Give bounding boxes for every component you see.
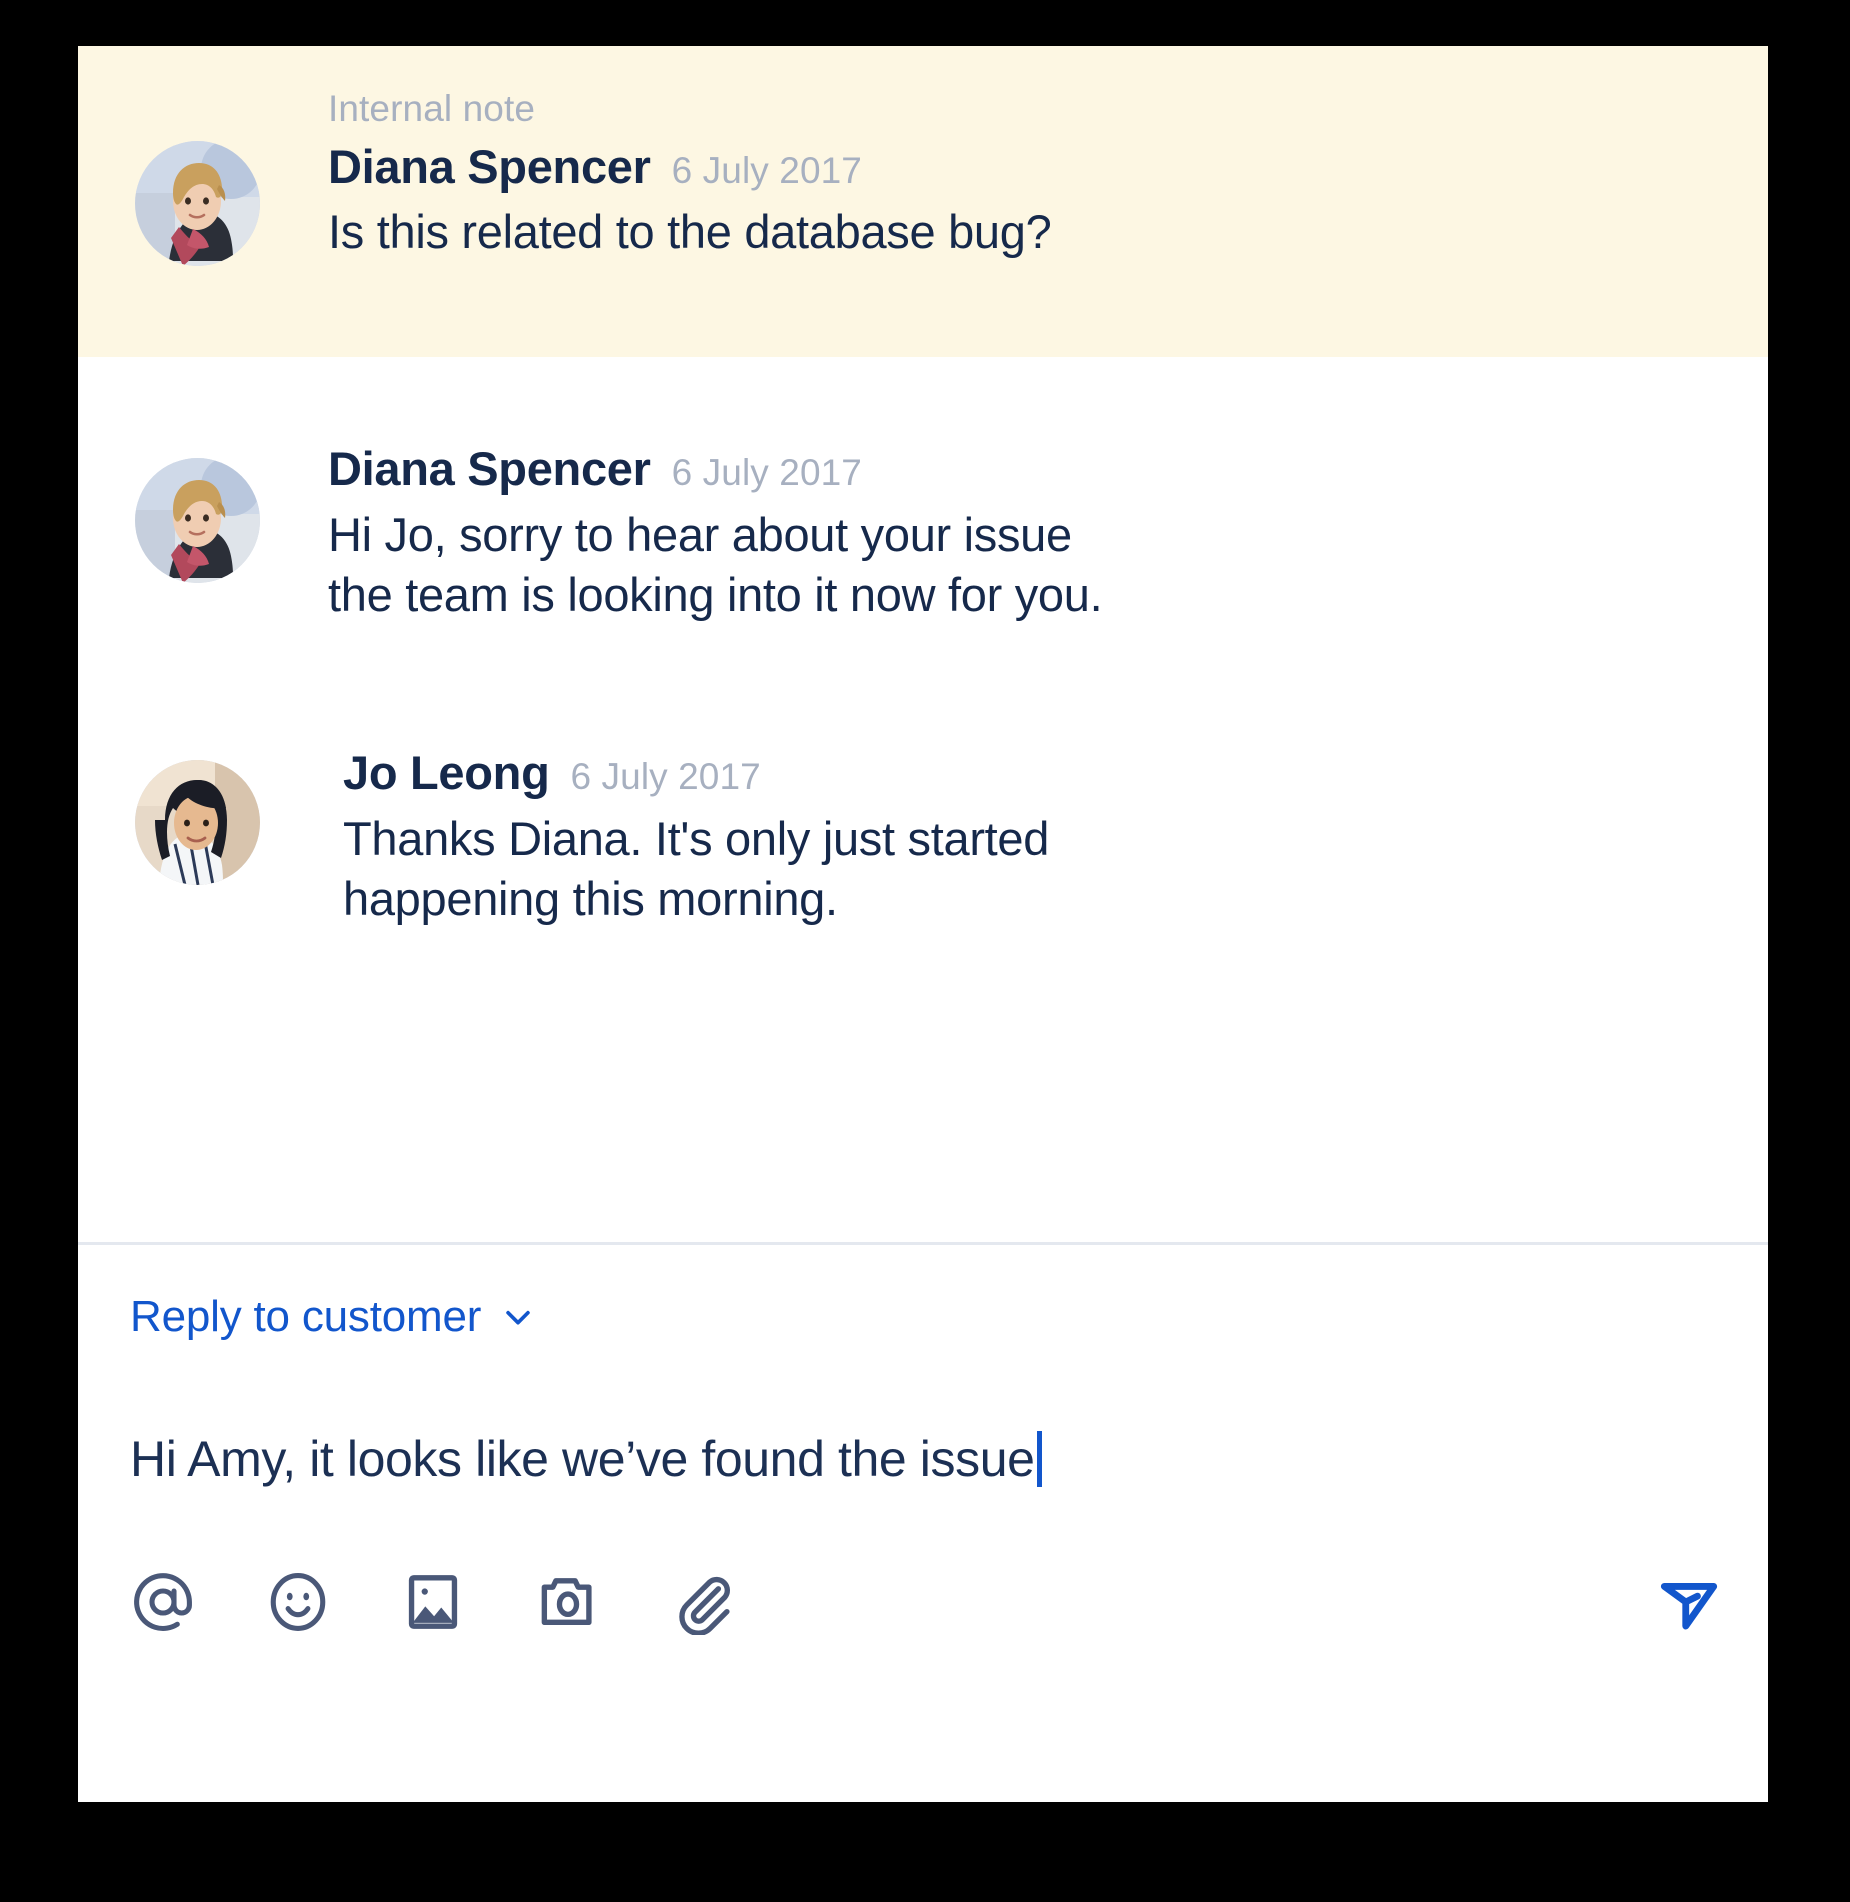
- reply-mode-label: Reply to customer: [130, 1292, 482, 1341]
- reply-text-input[interactable]: Hi Amy, it looks like we’ve found the is…: [130, 1431, 1728, 1487]
- message-header: Diana Spencer 6 July 2017: [328, 442, 1748, 496]
- message-body: Diana Spencer 6 July 2017 Hi Jo, sorry t…: [328, 442, 1748, 625]
- message-text-line-2: happening this morning.: [343, 871, 838, 925]
- message-timestamp: 6 July 2017: [671, 149, 862, 191]
- attachment-icon[interactable]: [670, 1569, 736, 1635]
- message-author: Diana Spencer: [328, 139, 651, 193]
- message-author: Jo Leong: [343, 746, 550, 799]
- chevron-down-icon: [501, 1300, 535, 1334]
- message-header: Jo Leong 6 July 2017: [343, 746, 1748, 800]
- message-text-line-1: Hi Jo, sorry to hear about your issue: [328, 507, 1072, 561]
- message-body: Jo Leong 6 July 2017 Thanks Diana. It's …: [343, 746, 1748, 929]
- internal-note-kicker: Internal note: [328, 88, 536, 129]
- mention-icon[interactable]: [130, 1569, 196, 1635]
- message-text: Is this related to the database bug?: [328, 205, 1052, 259]
- text-cursor: [1036, 1431, 1042, 1487]
- message-timestamp: 6 July 2017: [570, 756, 761, 797]
- diana-spencer-avatar: [135, 458, 260, 583]
- diana-spencer-avatar: [135, 141, 260, 266]
- message-text-line-1: Thanks Diana. It's only just started: [343, 811, 1050, 865]
- jo-leong-avatar: [135, 760, 260, 885]
- conversation-panel: Internal note Diana Spencer 6 July 2017 …: [78, 46, 1768, 1802]
- message-thread: Diana Spencer 6 July 2017 Hi Jo, sorry t…: [78, 357, 1768, 1245]
- send-icon[interactable]: [1650, 1563, 1728, 1641]
- image-icon[interactable]: [400, 1569, 466, 1635]
- reply-draft-text: Hi Amy, it looks like we’ve found the is…: [130, 1430, 1035, 1487]
- reply-composer: Reply to customer Hi Amy, it looks like …: [78, 1245, 1768, 1802]
- internal-note-header: Diana Spencer 6 July 2017: [328, 139, 1738, 194]
- message-text-line-2: the team is looking into it now for you.: [328, 567, 1103, 621]
- composer-tool-icons: [130, 1569, 736, 1635]
- camera-icon[interactable]: [535, 1569, 601, 1635]
- composer-toolbar: [130, 1563, 1728, 1641]
- message-timestamp: 6 July 2017: [671, 452, 862, 493]
- reply-mode-dropdown[interactable]: Reply to customer: [130, 1295, 535, 1339]
- internal-note-message: Internal note Diana Spencer 6 July 2017 …: [78, 46, 1768, 357]
- emoji-icon[interactable]: [265, 1569, 331, 1635]
- screen-background: Internal note Diana Spencer 6 July 2017 …: [0, 0, 1850, 1902]
- message-author: Diana Spencer: [328, 442, 651, 495]
- internal-note-body: Internal note Diana Spencer 6 July 2017 …: [328, 88, 1738, 262]
